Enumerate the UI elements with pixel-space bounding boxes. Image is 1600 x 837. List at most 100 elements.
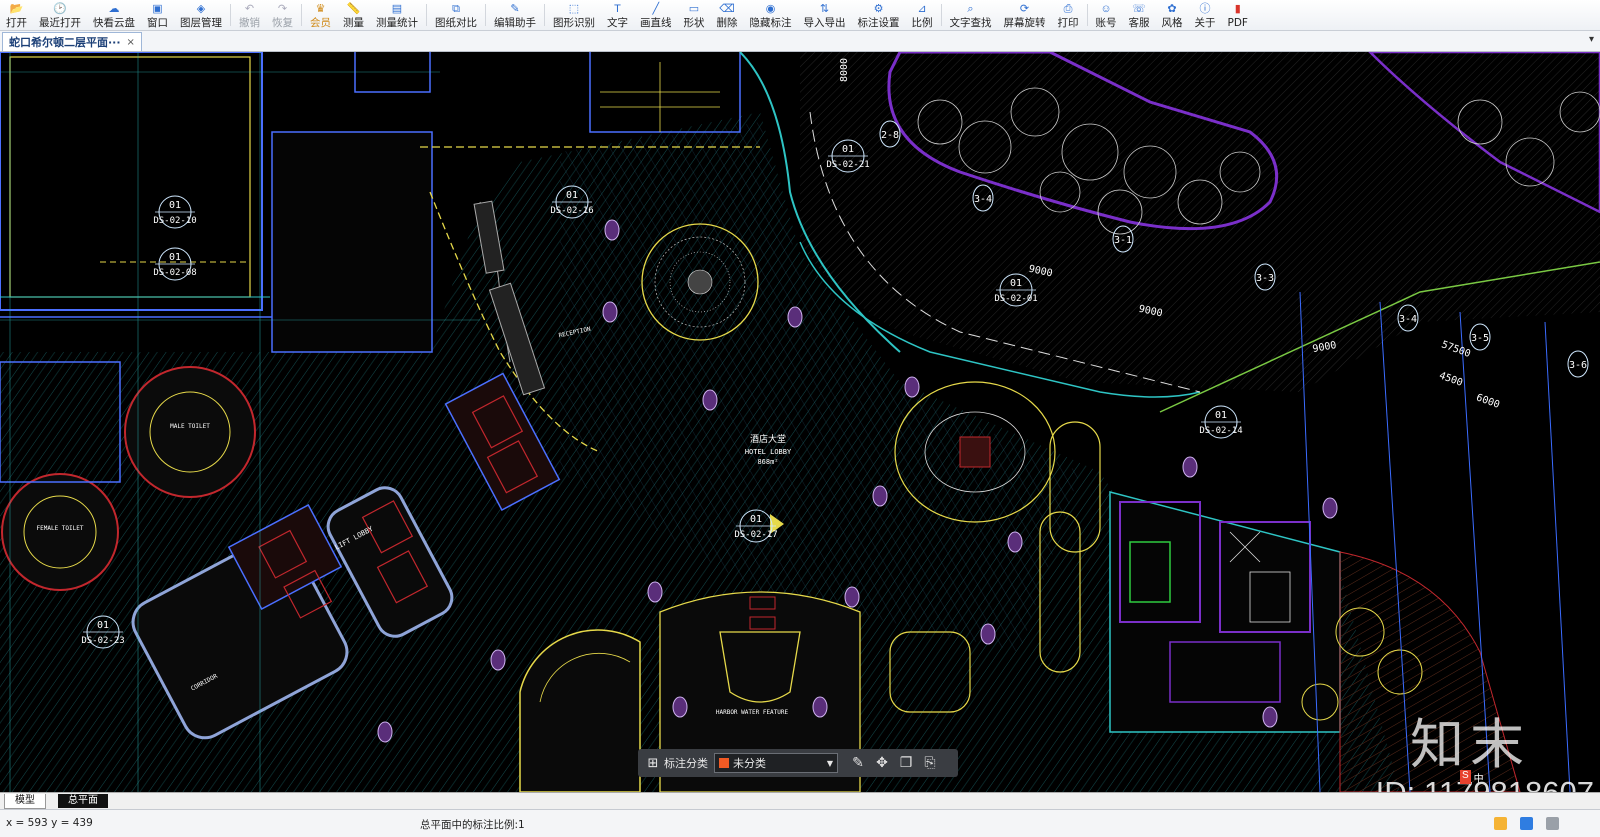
annotation-category-value: 未分类 bbox=[733, 757, 766, 770]
toolbar-button-label: 会员 bbox=[310, 17, 331, 29]
detail-tag-number: 01 bbox=[169, 200, 181, 211]
toolbar-line-button[interactable]: ╱ 画直线 bbox=[634, 0, 678, 30]
toolbar-button-label: 撤销 bbox=[239, 17, 260, 29]
annotation-category-select[interactable]: 未分类 ▼ bbox=[714, 753, 838, 773]
toolbar-style-button[interactable]: ✿ 风格 bbox=[1156, 0, 1189, 30]
toolbar-button-label: 编辑助手 bbox=[494, 17, 536, 29]
toolbar-headset-button[interactable]: ☏ 客服 bbox=[1123, 0, 1156, 30]
eraser-icon: ⌫ bbox=[719, 3, 735, 15]
folder-open-icon: 📂 bbox=[9, 3, 24, 15]
toolbar-import-export-button[interactable]: ⇅ 导入导出 bbox=[798, 0, 852, 30]
room-label: HARBOR WATER FEATURE bbox=[716, 709, 789, 716]
toolbar-button-label: 标注设置 bbox=[857, 17, 900, 29]
toolbar-button-label: 风格 bbox=[1161, 17, 1183, 29]
toolbar-shape-recognition-button[interactable]: ⬚ 图形识别 bbox=[547, 0, 601, 30]
scale-icon: ⊿ bbox=[917, 3, 927, 15]
annotation-toolbar: ⊞ 标注分类 未分类 ▼ ✎ ✥ ❐ ⎘ bbox=[638, 749, 958, 777]
toolbar-button-label: 比例 bbox=[911, 17, 933, 29]
toolbar-button-label: 快看云盘 bbox=[93, 17, 135, 29]
toolbar-compare-button[interactable]: ⧉ 图纸对比 bbox=[429, 0, 483, 30]
close-tab-icon[interactable]: × bbox=[127, 37, 135, 48]
detail-tag-reference: DS-02-17 bbox=[734, 530, 777, 540]
office-room bbox=[271, 131, 433, 353]
toolbar-button-label: 恢复 bbox=[272, 17, 293, 29]
toolbar-button-label: 隐藏标注 bbox=[749, 17, 792, 29]
move-icon[interactable]: ✥ bbox=[870, 755, 894, 771]
grid-axis-label: 2-8 bbox=[881, 130, 899, 141]
tab-model[interactable]: 模型 bbox=[4, 794, 46, 809]
account-icon: ☺ bbox=[1100, 3, 1112, 15]
document-tab-title: 蛇口希尔顿二层平面··· bbox=[9, 36, 121, 49]
settings-icon: ⚙ bbox=[873, 3, 884, 15]
toolbar-button-label: 测量统计 bbox=[376, 17, 418, 29]
room-label: HOTEL LOBBY bbox=[745, 448, 792, 456]
toolbar-pdf-button[interactable]: ▮ PDF bbox=[1222, 0, 1254, 30]
annotation-scale-text: 总平面中的标注比例:1 bbox=[420, 819, 525, 831]
clock-icon: 🕑 bbox=[53, 3, 67, 15]
toolbar-account-button[interactable]: ☺ 账号 bbox=[1090, 0, 1123, 30]
dimension-text: 8000 bbox=[839, 58, 850, 82]
toolbar-text-button[interactable]: T 文字 bbox=[601, 0, 634, 30]
category-color-swatch bbox=[719, 758, 729, 768]
toolbar-eye-button[interactable]: ◉ 隐藏标注 bbox=[744, 0, 798, 30]
toolbar-edit-assistant-button[interactable]: ✎ 编辑助手 bbox=[488, 0, 542, 30]
toolbar-separator bbox=[544, 4, 545, 26]
toolbar-clock-button[interactable]: 🕑 最近打开 bbox=[33, 0, 87, 30]
toolbar-vip-button[interactable]: ♛ 会员 bbox=[304, 0, 337, 30]
toolbar-ruler-button[interactable]: 📏 测量 bbox=[337, 0, 370, 30]
toolbar-settings-button[interactable]: ⚙ 标注设置 bbox=[852, 0, 906, 30]
toolbar-window-button[interactable]: ▣ 窗口 bbox=[141, 0, 174, 30]
toolbar-button-label: 形状 bbox=[683, 17, 705, 29]
drawing-canvas[interactable]: 01 DS-02-10 01 DS-02-08 01 DS-02-16 01 DS-02-21… bbox=[0, 52, 1600, 792]
compare-icon: ⧉ bbox=[452, 3, 460, 15]
detail-tag-number: 01 bbox=[566, 190, 578, 201]
toolbar-cloud-button[interactable]: ☁ 快看云盘 bbox=[87, 0, 141, 30]
room-northwest bbox=[9, 56, 251, 298]
cad-drawing[interactable]: 01 DS-02-10 01 DS-02-08 01 DS-02-16 01 DS-02-21… bbox=[0, 52, 1600, 792]
pdf-view-icon[interactable] bbox=[1520, 817, 1533, 830]
toolbar-shape-button[interactable]: ▭ 形状 bbox=[678, 0, 711, 30]
toolbar-separator bbox=[301, 4, 302, 26]
toolbar-scale-button[interactable]: ⊿ 比例 bbox=[906, 0, 939, 30]
toolbar-text-search-button[interactable]: ⌕ 文字查找 bbox=[944, 0, 998, 30]
headset-icon: ☏ bbox=[1132, 3, 1146, 15]
toolbar-button-label: 屏幕旋转 bbox=[1003, 17, 1046, 29]
toolbar-button-label: 测量 bbox=[343, 17, 364, 29]
paste-icon[interactable]: ⎘ bbox=[918, 755, 942, 771]
toolbar-folder-open-button[interactable]: 📂 打开 bbox=[0, 0, 33, 30]
shape-recognition-icon: ⬚ bbox=[568, 3, 580, 15]
toolbar-rotate-button[interactable]: ⟳ 屏幕旋转 bbox=[998, 0, 1052, 30]
toolbar-info-button[interactable]: ⓘ 关于 bbox=[1189, 0, 1222, 30]
ime-toolbar[interactable]: S 中 bbox=[1460, 770, 1484, 785]
toolbar-measure-stats-button[interactable]: ▤ 测量统计 bbox=[370, 0, 424, 30]
toolbar-button-label: 关于 bbox=[1194, 17, 1216, 29]
redo-icon: ↷ bbox=[277, 3, 288, 15]
toolbar-redo-button[interactable]: ↷ 恢复 bbox=[266, 0, 299, 30]
detail-tag-number: 01 bbox=[1010, 278, 1022, 289]
window-icon: ▣ bbox=[152, 3, 163, 15]
toolbar-layers-button[interactable]: ◈ 图层管理 bbox=[174, 0, 228, 30]
copy-icon[interactable]: ❐ bbox=[894, 755, 918, 771]
toolbar-separator bbox=[485, 4, 486, 26]
detail-tag-number: 01 bbox=[842, 144, 854, 155]
toolbar-separator bbox=[940, 4, 942, 26]
ime-mode-label: 中 bbox=[1473, 774, 1484, 785]
fullscreen-icon[interactable] bbox=[1546, 817, 1559, 830]
toolbar-button-label: 文字 bbox=[607, 17, 628, 29]
tab-list-dropdown-icon[interactable]: ▾ bbox=[1589, 34, 1594, 45]
toolbar-printer-button[interactable]: ⎙ 打印 bbox=[1052, 0, 1085, 30]
layout-toggle-icon[interactable] bbox=[1494, 817, 1507, 830]
style-icon: ✿ bbox=[1167, 3, 1177, 15]
edit-annotation-icon[interactable]: ✎ bbox=[846, 755, 870, 771]
toolbar-button-label: PDF bbox=[1227, 17, 1248, 29]
toolbar-button-label: 窗口 bbox=[147, 17, 168, 29]
document-tab[interactable]: 蛇口希尔顿二层平面··· × bbox=[2, 32, 142, 51]
detail-tag-reference: DS-02-16 bbox=[550, 206, 593, 216]
toolbar-button-label: 文字查找 bbox=[949, 17, 992, 29]
category-grid-icon[interactable]: ⊞ bbox=[642, 756, 664, 771]
toolbar-eraser-button[interactable]: ⌫ 删除 bbox=[711, 0, 744, 30]
toolbar-undo-button[interactable]: ↶ 撤销 bbox=[233, 0, 266, 30]
rotate-icon: ⟳ bbox=[1019, 3, 1030, 15]
tab-site-plan[interactable]: 总平面 bbox=[58, 794, 108, 808]
grid-axis-label: 3-4 bbox=[1399, 314, 1417, 325]
